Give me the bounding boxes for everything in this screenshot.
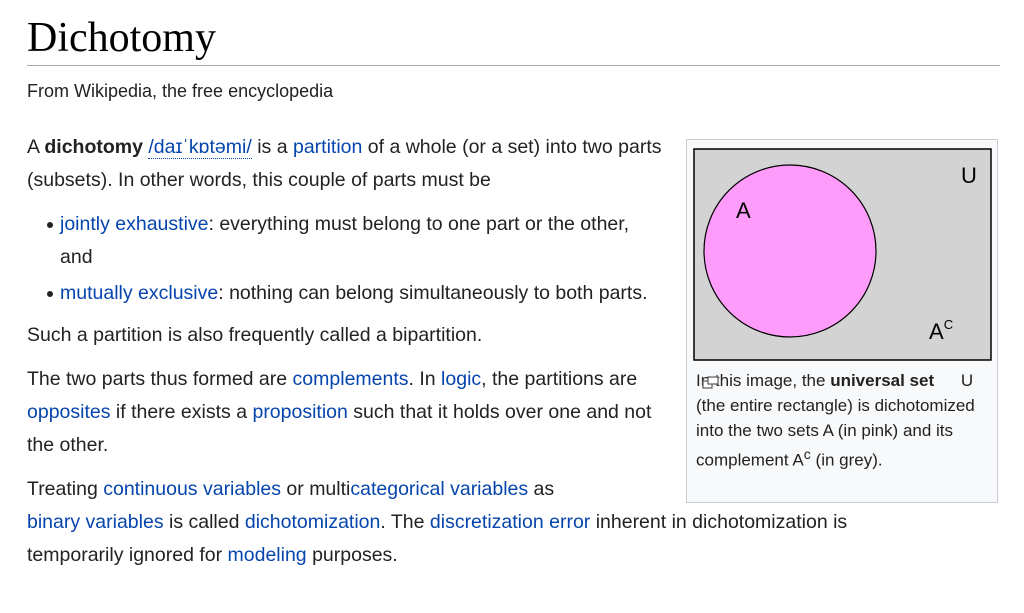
label-u: U (961, 163, 977, 188)
text-run: The two parts thus formed are (27, 368, 293, 390)
link-dichotomization[interactable]: dichotomization (245, 511, 381, 533)
site-tagline: From Wikipedia, the free encyclopedia (27, 81, 334, 101)
text-run: is a (251, 136, 293, 158)
intro-paragraph: A dichotomy /daɪˈkɒtəmi/ is a partition … (27, 131, 667, 197)
text-run: , the partitions are (481, 368, 638, 390)
link-opposites[interactable]: opposites (27, 401, 110, 423)
enlarge-icon[interactable] (702, 375, 956, 389)
label-complement-sup: C (944, 317, 953, 332)
text-run: (in grey). (810, 450, 883, 470)
text-run: if there exists a (110, 401, 253, 423)
article-body: A dichotomy /daɪˈkɒtəmi/ is a partition … (27, 131, 847, 583)
venn-diagram[interactable]: U A AC (693, 148, 992, 362)
caption-bold-term: universal set (830, 371, 935, 390)
complements-paragraph: The two parts thus formed are complement… (27, 363, 667, 462)
property-list: jointly exhaustive: everything must belo… (27, 208, 667, 310)
label-a: A (736, 198, 751, 223)
link-modeling[interactable]: modeling (228, 544, 307, 566)
text-run: : nothing can belong simultaneously to b… (218, 282, 648, 304)
text-run: as (528, 478, 555, 500)
label-complement-base: A (929, 319, 944, 344)
link-mutually-exclusive[interactable]: mutually exclusive (60, 282, 218, 304)
link-jointly-exhaustive[interactable]: jointly exhaustive (60, 213, 209, 235)
figure-caption: In this image, the universal set U (the … (696, 368, 992, 473)
text-run: is called (163, 511, 245, 533)
link-proposition[interactable]: proposition (252, 401, 347, 423)
set-a-circle (703, 164, 877, 338)
title-divider (27, 65, 1000, 66)
text-run: . The (380, 511, 430, 533)
link-continuous-variables[interactable]: continuous variables (103, 478, 281, 500)
list-item: mutually exclusive: nothing can belong s… (47, 277, 667, 310)
link-complements[interactable]: complements (293, 368, 409, 390)
text-run: A (27, 136, 45, 158)
text-run: or multi (281, 478, 351, 500)
term-bold: dichotomy (44, 136, 143, 158)
caption-superscript: c (803, 447, 811, 463)
link-partition[interactable]: partition (293, 136, 362, 158)
link-binary-variables[interactable]: binary variables (27, 511, 164, 533)
ipa-pronunciation-link[interactable]: /daɪˈkɒtəmi/ (148, 136, 252, 159)
link-discretization-error[interactable]: discretization error (430, 511, 590, 533)
text-run: . In (408, 368, 442, 390)
article-page: Dichotomy From Wikipedia, the free encyc… (0, 0, 1024, 613)
figure-thumbnail: U A AC In this image, the universal set … (686, 139, 998, 503)
page-title: Dichotomy (27, 15, 216, 61)
link-categorical-variables[interactable]: categorical variables (350, 478, 528, 500)
link-logic[interactable]: logic (441, 368, 481, 390)
text-run: Treating (27, 478, 104, 500)
bipartition-paragraph: Such a partition is also frequently call… (27, 324, 483, 346)
text-run: purposes. (306, 544, 398, 566)
list-item: jointly exhaustive: everything must belo… (47, 208, 667, 274)
